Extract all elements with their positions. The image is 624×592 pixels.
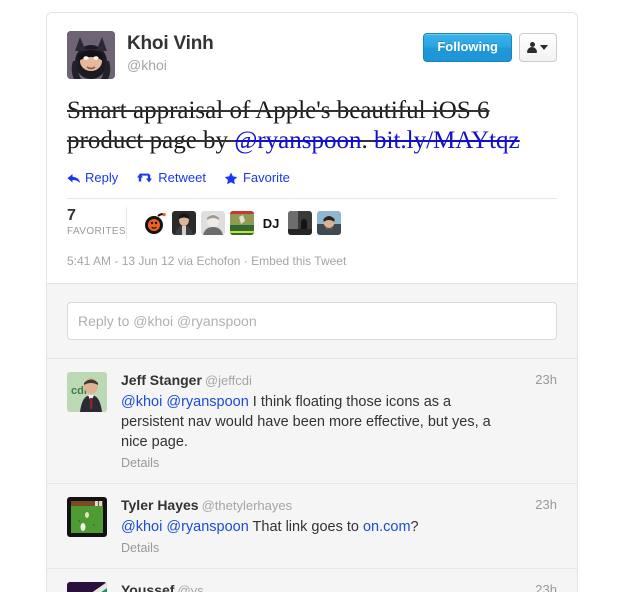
tweet-mention-ryanspoon[interactable]: @ryanspoon bbox=[234, 127, 361, 154]
reply-details-link[interactable]: Details bbox=[121, 540, 517, 556]
youssef-avatar[interactable] bbox=[67, 582, 107, 592]
list-item[interactable]: 23h Tyler Hayes @thetylerhayes @khoi @rya… bbox=[47, 483, 577, 568]
reply-author-name[interactable]: Youssef bbox=[121, 582, 174, 592]
favoriter-avatar-2[interactable] bbox=[172, 211, 196, 235]
reply-header: Jeff Stanger @jeffcdi bbox=[121, 371, 517, 390]
tweet-card: Khoi Vinh @khoi Following Smart appraisa… bbox=[46, 12, 578, 592]
reply-header: Youssef @ys bbox=[121, 581, 517, 592]
author-avatar[interactable] bbox=[67, 31, 115, 79]
favorite-action[interactable]: Favorite bbox=[224, 170, 290, 186]
following-button[interactable]: Following bbox=[423, 33, 512, 62]
meta-dot: · bbox=[240, 254, 252, 268]
retweet-icon bbox=[136, 172, 153, 184]
reply-author-name[interactable]: Tyler Hayes bbox=[121, 497, 199, 513]
reply-text: @khoi @ryanspoon I think floating those … bbox=[121, 392, 517, 452]
reply-text: @khoi @ryanspoon That link goes to on.co… bbox=[121, 517, 517, 537]
favorites-caption: FAVORITES bbox=[67, 226, 126, 237]
reply-text-after-link: ? bbox=[410, 519, 419, 535]
embed-tweet-link[interactable]: Embed this Tweet bbox=[251, 254, 346, 268]
favorites-count-block[interactable]: 7 FAVORITES bbox=[67, 207, 127, 239]
list-item[interactable]: 23h Youssef @ys bbox=[47, 568, 577, 592]
list-item[interactable]: cdi 23h Jeff Stanger @jeffcdi @khoi @ryan… bbox=[47, 358, 577, 483]
favoriter-avatar-1[interactable] bbox=[143, 211, 167, 235]
retweet-action[interactable]: Retweet bbox=[136, 170, 206, 186]
favoriter-avatar-5[interactable]: DJ bbox=[259, 211, 283, 235]
reply-action[interactable]: Reply bbox=[67, 170, 118, 186]
reply-timestamp[interactable]: 23h bbox=[535, 582, 557, 592]
favoriter-avatar-6[interactable] bbox=[288, 211, 312, 235]
reply-timestamp[interactable]: 23h bbox=[535, 497, 557, 512]
reply-details-link[interactable]: Details bbox=[121, 455, 517, 471]
favoriter-avatar-3[interactable] bbox=[201, 211, 225, 235]
twitter-permalink-page: Khoi Vinh @khoi Following Smart appraisa… bbox=[0, 0, 624, 592]
reply-arrow-icon bbox=[67, 173, 80, 184]
tweet-stats: 7 FAVORITES DJ bbox=[67, 198, 557, 239]
user-actions-button[interactable] bbox=[519, 33, 557, 62]
tweet-date[interactable]: 13 Jun 12 bbox=[122, 254, 175, 268]
favoriters-list: DJ bbox=[127, 207, 341, 239]
reply-link[interactable]: on.com bbox=[363, 519, 411, 535]
reply-body: Youssef @ys bbox=[121, 581, 557, 592]
reply-mentions[interactable]: @khoi @ryanspoon bbox=[121, 519, 249, 535]
tweet-meta: 5:41 AM - 13 Jun 12 via Echofon · Embed … bbox=[67, 253, 557, 269]
jeff-stanger-avatar[interactable]: cdi bbox=[67, 372, 107, 412]
replies-area: cdi 23h Jeff Stanger@jeffcdi @khoi @ryan… bbox=[47, 283, 577, 592]
reply-header: Tyler Hayes @thetylerhayes bbox=[121, 496, 517, 515]
chevron-down-icon bbox=[540, 45, 548, 50]
tweet-header: Khoi Vinh @khoi Following bbox=[67, 31, 557, 81]
reply-author-name[interactable]: Jeff Stanger bbox=[121, 372, 202, 388]
tweet-text-middle: . bbox=[361, 127, 374, 154]
tweet-text: Smart appraisal of Apple's beautiful iOS… bbox=[67, 96, 557, 156]
favorite-action-label: Favorite bbox=[242, 170, 290, 185]
reply-body: Tyler Hayes @thetylerhayes @khoi @ryanspo… bbox=[121, 496, 557, 556]
person-icon bbox=[527, 41, 537, 54]
star-icon bbox=[224, 172, 238, 185]
reply-body: Jeff Stanger @jeffcdi @khoi @ryanspoon I … bbox=[121, 371, 557, 471]
reply-text-body: That link goes to bbox=[248, 519, 363, 535]
reply-author-handle[interactable]: @thetylerhayes bbox=[202, 498, 293, 513]
tweet-client[interactable]: Echofon bbox=[196, 254, 240, 268]
meta-dash: - bbox=[111, 254, 122, 268]
favorites-count: 7 bbox=[67, 207, 76, 224]
reply-timestamp[interactable]: 23h bbox=[535, 372, 557, 387]
tweet-actions: Reply Retweet Favorite bbox=[67, 170, 557, 186]
reply-box-wrapper bbox=[47, 302, 577, 358]
retweet-action-label: Retweet bbox=[158, 170, 206, 185]
reply-action-label: Reply bbox=[85, 170, 119, 185]
header-actions: Following bbox=[423, 33, 557, 62]
tweet-time[interactable]: 5:41 AM bbox=[67, 254, 111, 268]
reply-author-handle[interactable]: @jeffcdi bbox=[205, 373, 252, 388]
tweet-link-bitly[interactable]: bit.ly/MAYtqz bbox=[374, 127, 520, 154]
permalink-tweet: Khoi Vinh @khoi Following Smart appraisa… bbox=[47, 13, 577, 283]
meta-via: via bbox=[174, 254, 197, 268]
reply-input[interactable] bbox=[67, 302, 557, 340]
favoriter-avatar-7[interactable] bbox=[317, 211, 341, 235]
svg-text:DJ: DJ bbox=[263, 216, 280, 231]
favoriter-avatar-4[interactable] bbox=[230, 211, 254, 235]
reply-mentions[interactable]: @khoi @ryanspoon bbox=[121, 394, 249, 410]
tyler-hayes-avatar[interactable] bbox=[67, 497, 107, 537]
reply-author-handle[interactable]: @ys bbox=[177, 583, 203, 592]
